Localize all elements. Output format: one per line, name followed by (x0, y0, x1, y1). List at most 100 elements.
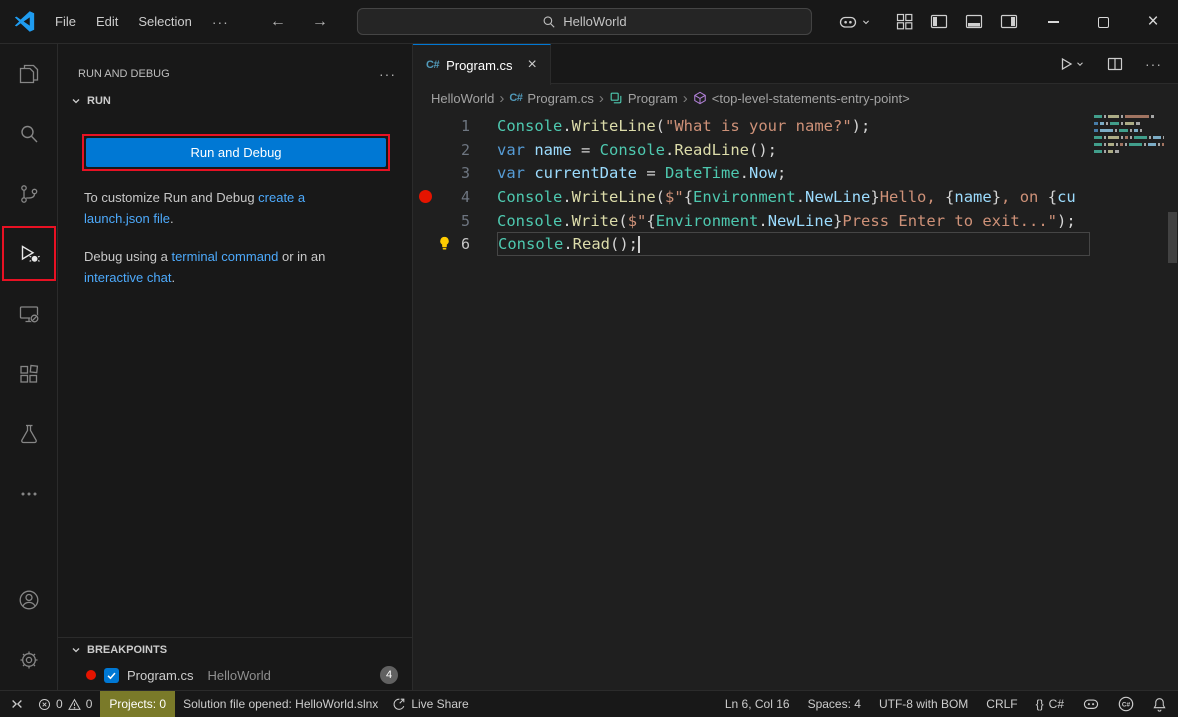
breadcrumb-file[interactable]: C# Program.cs (509, 91, 594, 106)
run-or-debug-button[interactable] (1058, 56, 1085, 72)
code-line-5[interactable]: 5 Console.Write($"{Environment.NewLine}Pr… (413, 209, 1178, 233)
code-text[interactable]: Console.Write($"{Environment.NewLine}Pre… (497, 209, 1090, 233)
solution-status[interactable]: Solution file opened: HelloWorld.slnx (177, 691, 384, 717)
menu-selection[interactable]: Selection (128, 9, 201, 34)
back-button[interactable]: ← (257, 13, 299, 31)
menu-edit[interactable]: Edit (86, 9, 128, 34)
breadcrumb-entry-point[interactable]: <top-level-statements-entry-point> (693, 91, 910, 106)
editor-scrollbar[interactable] (1168, 212, 1177, 263)
chevron-down-icon (68, 642, 84, 658)
activity-explorer[interactable] (0, 44, 58, 104)
hint-text: . (171, 270, 175, 285)
terminal-command-link[interactable]: terminal command (171, 249, 278, 264)
language-status[interactable]: {} C# (1031, 691, 1069, 717)
breakpoints-header[interactable]: BREAKPOINTS (58, 638, 412, 662)
copilot-status[interactable] (1077, 691, 1105, 717)
menu-more[interactable]: ··· (202, 9, 239, 35)
activity-testing[interactable] (0, 404, 58, 464)
run-and-debug-button[interactable]: Run and Debug (86, 138, 386, 167)
activity-run-and-debug[interactable] (0, 224, 58, 284)
breakpoint-row[interactable]: Program.cs HelloWorld 4 (58, 662, 412, 688)
projects-status[interactable]: Projects: 0 (100, 691, 175, 717)
code-line-3[interactable]: 3 var currentDate = DateTime.Now; (413, 161, 1178, 185)
activity-search[interactable] (0, 104, 58, 164)
encoding-status[interactable]: UTF-8 with BOM (874, 691, 973, 717)
code-text[interactable]: Console.WriteLine($"{Environment.NewLine… (497, 185, 1090, 209)
interactive-chat-link[interactable]: interactive chat (84, 270, 171, 285)
search-icon (542, 15, 556, 29)
activity-accounts[interactable] (0, 570, 58, 630)
toggle-panel-right-icon[interactable] (1000, 13, 1018, 30)
editor-more-actions-button[interactable]: ··· (1145, 56, 1162, 72)
code-line-1[interactable]: 1 Console.WriteLine("What is your name?")… (413, 114, 1178, 138)
command-center-search[interactable]: HelloWorld (357, 8, 812, 35)
indentation-status[interactable]: Spaces: 4 (803, 691, 866, 717)
debug-hint: Debug using a terminal command or in an … (84, 246, 371, 288)
breakpoint-icon (86, 670, 96, 680)
activity-settings[interactable] (0, 630, 58, 690)
line-number: 1 (437, 117, 470, 135)
chevron-down-icon (1075, 59, 1085, 69)
problems-status[interactable]: 0 0 (32, 691, 98, 717)
forward-button[interactable]: → (299, 13, 341, 31)
hint-text: . (170, 211, 174, 226)
menu-file[interactable]: File (45, 9, 86, 34)
beaker-icon (17, 422, 41, 446)
svg-text:C#: C# (1122, 702, 1131, 709)
breakpoint-checkbox[interactable] (104, 668, 119, 683)
code-text[interactable]: Console.WriteLine("What is your name?"); (497, 114, 1090, 138)
csharp-devkit-status[interactable]: C# (1113, 691, 1139, 717)
breakpoint-icon[interactable] (419, 190, 432, 203)
line-number: 5 (437, 212, 470, 230)
code-editor[interactable]: 1 Console.WriteLine("What is your name?")… (413, 112, 1178, 690)
minimize-button[interactable] (1028, 0, 1078, 44)
run-section-header[interactable]: RUN (58, 89, 412, 113)
maximize-button[interactable] (1078, 0, 1128, 44)
error-icon (38, 698, 51, 711)
split-editor-icon[interactable] (1107, 56, 1123, 72)
lightbulb-icon[interactable] (437, 236, 452, 251)
run-and-debug-icon (17, 242, 41, 266)
toggle-panel-bottom-icon[interactable] (965, 13, 983, 30)
code-line-2[interactable]: 2var name = Console.ReadLine(); (413, 138, 1178, 162)
view-more-actions-button[interactable]: ··· (379, 66, 396, 82)
minimap-content (1094, 115, 1162, 153)
remote-icon (10, 697, 24, 711)
layout-controls (896, 13, 1018, 30)
code-line-6[interactable]: 6Console.Read(); (413, 232, 1178, 256)
breadcrumb-class[interactable]: Program (609, 91, 678, 106)
cursor-position-status[interactable]: Ln 6, Col 16 (720, 691, 795, 717)
breadcrumbs: HelloWorld › C# Program.cs › Program › <… (413, 84, 1178, 112)
customize-hint: To customize Run and Debug create a laun… (84, 187, 371, 229)
copilot-chat-button[interactable] (838, 14, 872, 30)
toggle-panel-left-icon[interactable] (930, 13, 948, 30)
sidebar-title: RUN AND DEBUG (78, 68, 170, 80)
hint-text: Debug using a (84, 249, 171, 264)
notifications-bell[interactable] (1147, 691, 1172, 717)
customize-layout-icon[interactable] (896, 13, 913, 30)
line-number: 4 (437, 188, 470, 206)
activity-remote-explorer[interactable] (0, 284, 58, 344)
line-number: 3 (437, 164, 470, 182)
hint-text: To customize Run and Debug (84, 190, 258, 205)
eol-status[interactable]: CRLF (981, 691, 1022, 717)
code-text[interactable]: var currentDate = DateTime.Now; (497, 161, 1090, 185)
breadcrumb-project[interactable]: HelloWorld (431, 91, 494, 106)
code-text[interactable]: Console.Read(); (497, 232, 1090, 256)
code-line-4[interactable]: 4 Console.WriteLine($"{Environment.NewLin… (413, 185, 1178, 209)
glyph-margin-4[interactable] (413, 190, 437, 203)
code-text[interactable]: var name = Console.ReadLine(); (497, 138, 1090, 162)
minimap[interactable] (1090, 112, 1164, 690)
remote-indicator[interactable] (4, 691, 30, 717)
warning-count: 0 (86, 697, 93, 711)
tab-close-icon[interactable]: × (528, 56, 537, 74)
side-bar: RUN AND DEBUG ··· RUN Run and Debug To c… (58, 44, 413, 690)
play-icon (1058, 56, 1074, 72)
activity-source-control[interactable] (0, 164, 58, 224)
search-icon (17, 122, 41, 146)
close-button[interactable]: × (1128, 0, 1178, 44)
live-share-status[interactable]: Live Share (386, 691, 474, 717)
tab-program-cs[interactable]: C# Program.cs × (413, 44, 551, 85)
activity-extensions[interactable] (0, 344, 58, 404)
activity-more-views[interactable] (0, 464, 58, 524)
